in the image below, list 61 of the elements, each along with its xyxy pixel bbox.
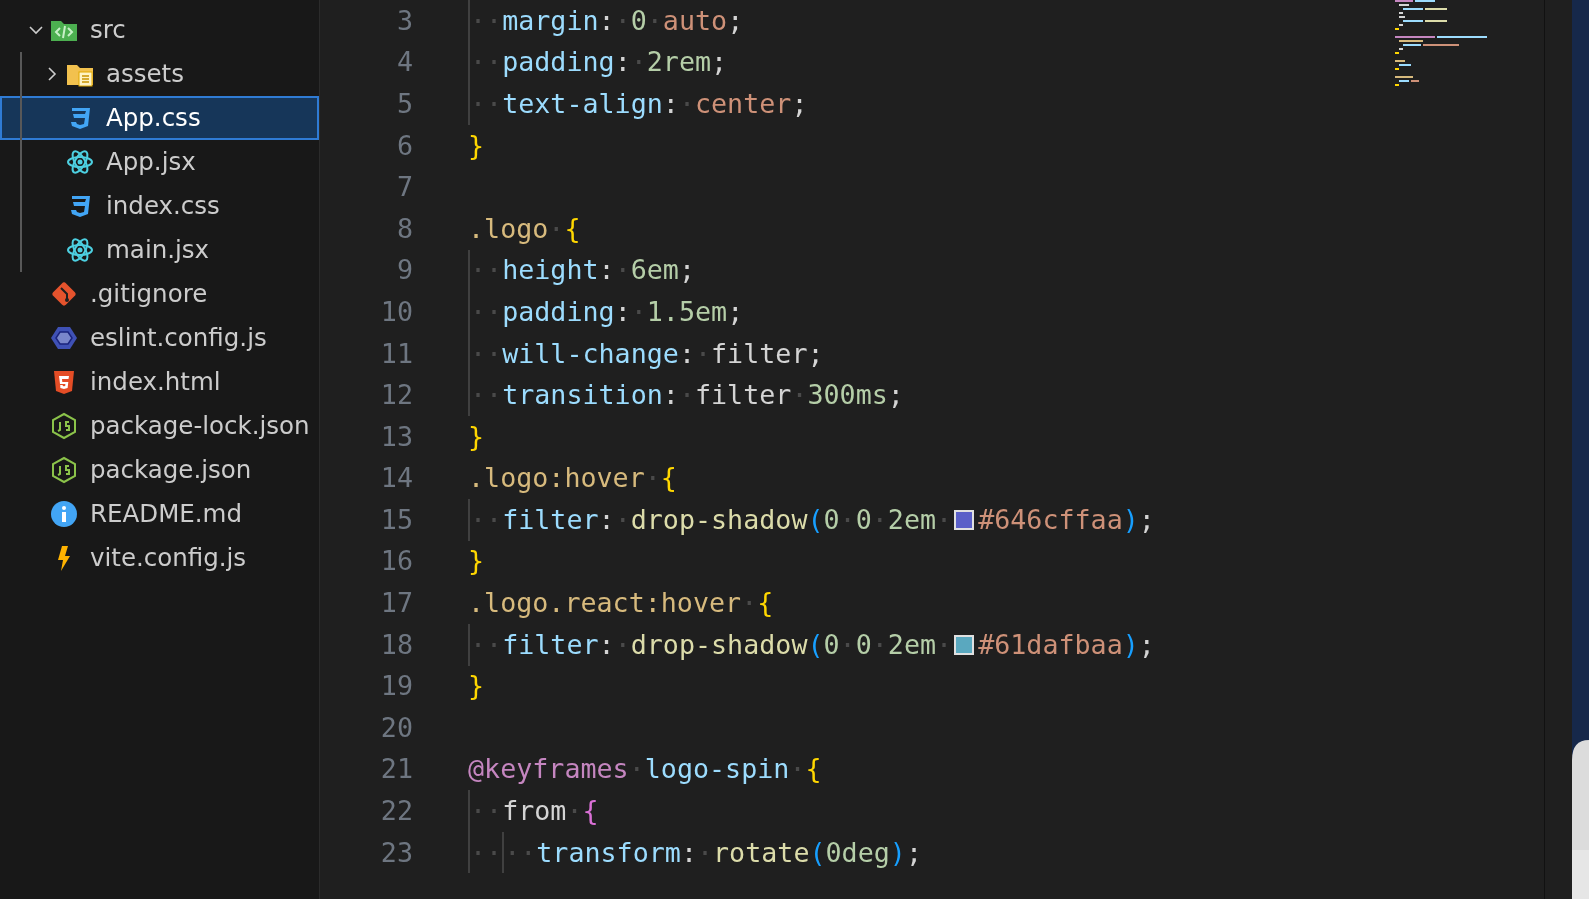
code-line: } (467, 128, 485, 163)
code-line: } (467, 544, 485, 579)
code-line: } (467, 419, 485, 454)
code-line: } (467, 669, 485, 704)
line-number: 7 (395, 170, 413, 205)
atom-icon (66, 236, 94, 264)
code-line: ··margin:·0·auto; (413, 0, 744, 42)
line-number: 18 (379, 627, 413, 662)
line-number: 12 (379, 378, 413, 413)
hexagon-icon (50, 324, 78, 352)
code-line: ····transform:·rotate(0deg); (413, 831, 922, 874)
tree-item[interactable]: App.css (0, 96, 319, 140)
tree-item[interactable]: main.jsx (0, 228, 319, 272)
tree-item[interactable]: index.css (0, 184, 319, 228)
tree-item[interactable]: assets (0, 52, 319, 96)
line-number: 14 (379, 461, 413, 496)
tree-item[interactable]: index.html (0, 360, 319, 404)
line-number: 16 (379, 544, 413, 579)
code-line: ··from·{ (413, 790, 599, 832)
line-number: 4 (395, 45, 413, 80)
code-line: ··padding:·1.5em; (413, 291, 744, 333)
tree-item[interactable]: package.json (0, 448, 319, 492)
code-line: .logo·{ (467, 211, 581, 246)
code-line: ··filter:·drop-shadow(0·0·2em· #61dafbaa); (413, 623, 1155, 666)
hexagon-icon (50, 412, 78, 440)
tree-item[interactable]: App.jsx (0, 140, 319, 184)
line-number: 15 (379, 502, 413, 537)
line-number: 5 (395, 86, 413, 121)
line-number: 3 (395, 3, 413, 38)
line-number: 6 (395, 128, 413, 163)
color-swatch[interactable] (954, 634, 975, 655)
line-number: 17 (379, 586, 413, 621)
line-number: 23 (379, 835, 413, 870)
tree-item[interactable]: vite.config.js (0, 536, 319, 580)
code-line: ··height:·6em; (413, 249, 695, 292)
tree-item[interactable]: package-lock.json (0, 404, 319, 448)
code-line: ··will-change:·filter; (413, 332, 824, 375)
tree-item[interactable]: README.md (0, 492, 319, 536)
hexagon-icon (50, 456, 78, 484)
code-line: @keyframes·logo-spin·{ (467, 752, 822, 787)
tree-item[interactable]: src (0, 8, 319, 52)
tree-item[interactable]: .gitignore (0, 272, 319, 316)
line-number: 8 (395, 211, 413, 246)
tree-item[interactable]: eslint.config.js (0, 316, 319, 360)
line-number: 22 (379, 794, 413, 829)
line-number: 9 (395, 253, 413, 288)
color-swatch[interactable] (954, 509, 975, 530)
line-number: 21 (379, 752, 413, 787)
code-line: ··filter:·drop-shadow(0·0·2em· #646cffaa); (413, 499, 1155, 541)
code-line: ··padding:·2rem; (413, 41, 728, 84)
code-line: ··transition:·filter·300ms; (413, 374, 904, 416)
code-line: ··text-align:·center; (413, 83, 808, 125)
info-icon (50, 500, 78, 528)
line-number: 10 (379, 294, 413, 329)
line-number: 20 (379, 710, 413, 745)
line-number: 19 (379, 669, 413, 704)
code-line: .logo.react:hover·{ (467, 586, 774, 621)
code-line: .logo:hover·{ (467, 461, 677, 496)
atom-icon (66, 148, 94, 176)
line-number: 13 (379, 419, 413, 454)
line-number: 11 (379, 336, 413, 371)
